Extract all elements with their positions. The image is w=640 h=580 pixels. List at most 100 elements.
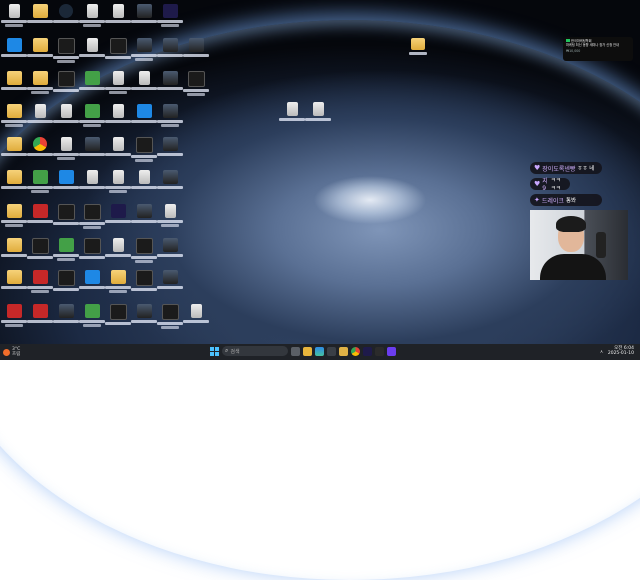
chrome-icon[interactable] xyxy=(351,346,360,356)
desktop-shortcut-icon[interactable] xyxy=(78,202,106,234)
desktop-shortcut-icon[interactable] xyxy=(26,268,54,300)
desktop-shortcut-icon[interactable] xyxy=(52,268,80,300)
tray-overflow-icon[interactable]: ㅅ xyxy=(599,348,604,355)
desktop-shortcut-icon[interactable] xyxy=(156,2,184,34)
folder-icon[interactable] xyxy=(339,346,348,356)
file-explorer-icon[interactable] xyxy=(303,346,312,356)
desktop-shortcut-icon[interactable] xyxy=(78,102,106,134)
desktop-shortcut-icon[interactable] xyxy=(26,36,54,68)
desktop-shortcut-icon[interactable] xyxy=(130,168,158,200)
desktop-shortcut-icon[interactable] xyxy=(130,268,158,300)
clock-date: 2025-01-10 xyxy=(607,351,634,356)
desktop-shortcut-icon[interactable] xyxy=(78,2,106,34)
desktop-file-icon[interactable] xyxy=(304,100,332,132)
desktop-shortcut-icon[interactable] xyxy=(52,36,80,68)
desktop-shortcut-icon[interactable] xyxy=(78,135,106,167)
desktop-shortcut-icon[interactable] xyxy=(130,36,158,68)
desktop-shortcut-icon[interactable] xyxy=(52,69,80,101)
desktop-shortcut-icon[interactable] xyxy=(26,2,54,34)
desktop-shortcut-icon[interactable] xyxy=(78,302,106,334)
desktop-shortcut-icon[interactable] xyxy=(156,302,184,334)
app-icon[interactable] xyxy=(375,346,384,356)
app-icon xyxy=(57,71,75,87)
app-icon xyxy=(138,170,150,184)
desktop-shortcut-icon[interactable] xyxy=(182,69,210,101)
desktop-shortcut-icon[interactable] xyxy=(26,102,54,134)
desktop-shortcut-icon[interactable] xyxy=(104,302,132,334)
desktop-shortcut-icon[interactable] xyxy=(26,236,54,268)
desktop-shortcut-icon[interactable] xyxy=(78,36,106,68)
desktop-shortcut-icon[interactable] xyxy=(0,135,28,167)
desktop-shortcut-icon[interactable] xyxy=(104,268,132,300)
task-view-icon[interactable] xyxy=(291,346,300,356)
desktop-shortcut-icon[interactable] xyxy=(156,268,184,300)
desktop-shortcut-icon[interactable] xyxy=(156,236,184,268)
desktop-shortcut-icon[interactable] xyxy=(0,36,28,68)
desktop-shortcut-icon[interactable] xyxy=(52,168,80,200)
desktop-shortcut-icon[interactable] xyxy=(26,168,54,200)
desktop-shortcut-icon[interactable] xyxy=(0,268,28,300)
desktop-shortcut-icon[interactable] xyxy=(182,302,210,334)
desktop-shortcut-icon[interactable] xyxy=(52,2,80,34)
desktop-shortcut-icon[interactable] xyxy=(26,135,54,167)
desktop-shortcut-icon[interactable] xyxy=(156,168,184,200)
desktop-shortcut-icon[interactable] xyxy=(78,268,106,300)
app-icon xyxy=(112,170,124,184)
app-icon xyxy=(162,270,178,284)
desktop-shortcut-icon[interactable] xyxy=(0,302,28,334)
desktop-shortcut-icon[interactable] xyxy=(104,135,132,167)
desktop-shortcut-icon[interactable] xyxy=(156,135,184,167)
desktop-shortcut-icon[interactable] xyxy=(52,302,80,334)
desktop-shortcut-icon[interactable] xyxy=(0,236,28,268)
desktop-folder-icon[interactable] xyxy=(404,36,432,68)
desktop-shortcut-icon[interactable] xyxy=(0,2,28,34)
desktop-shortcut-icon[interactable] xyxy=(26,302,54,334)
desktop-shortcut-icon[interactable] xyxy=(0,69,28,101)
desktop-shortcut-icon[interactable] xyxy=(0,202,28,234)
desktop-shortcut-icon[interactable] xyxy=(104,236,132,268)
desktop-shortcut-icon[interactable] xyxy=(130,236,158,268)
weather-widget[interactable]: 3°C 흐림 xyxy=(3,347,20,357)
desktop-shortcut-icon[interactable] xyxy=(52,102,80,134)
desktop-shortcut-icon[interactable] xyxy=(26,202,54,234)
premiere-icon[interactable] xyxy=(363,346,372,356)
desktop-shortcut-icon[interactable] xyxy=(104,102,132,134)
store-icon[interactable] xyxy=(327,346,336,356)
edge-icon[interactable] xyxy=(315,346,324,356)
clock[interactable]: 오전 6:04 2025-01-10 xyxy=(608,346,634,356)
desktop-shortcut-icon[interactable] xyxy=(156,202,184,234)
desktop-shortcut-icon[interactable] xyxy=(104,202,132,234)
desktop-shortcut-icon[interactable] xyxy=(78,236,106,268)
search-box[interactable]: ⌕ 검색 xyxy=(222,346,288,356)
desktop-shortcut-icon[interactable] xyxy=(0,168,28,200)
desktop-shortcut-icon[interactable] xyxy=(78,69,106,101)
obs-icon[interactable] xyxy=(387,346,396,356)
desktop-shortcut-icon[interactable] xyxy=(104,69,132,101)
desktop-shortcut-icon[interactable] xyxy=(156,69,184,101)
desktop-shortcut-icon[interactable] xyxy=(130,302,158,334)
desktop-shortcut-icon[interactable] xyxy=(130,202,158,234)
desktop-shortcut-icon[interactable] xyxy=(130,135,158,167)
app-icon xyxy=(161,304,179,320)
desktop-shortcut-icon[interactable] xyxy=(130,102,158,134)
desktop-shortcut-icon[interactable] xyxy=(104,2,132,34)
desktop-shortcut-icon[interactable] xyxy=(156,36,184,68)
app-icon xyxy=(84,270,100,284)
desktop-shortcut-icon[interactable] xyxy=(104,36,132,68)
app-icon xyxy=(188,38,204,52)
desktop-shortcut-icon[interactable] xyxy=(26,69,54,101)
desktop-shortcut-icon[interactable] xyxy=(52,236,80,268)
desktop-file-icon[interactable] xyxy=(278,100,306,132)
desktop-shortcut-icon[interactable] xyxy=(52,135,80,167)
desktop-shortcut-icon[interactable] xyxy=(52,202,80,234)
desktop-shortcut-icon[interactable] xyxy=(78,168,106,200)
desktop-shortcut-icon[interactable] xyxy=(182,36,210,68)
desktop-shortcut-icon[interactable] xyxy=(130,69,158,101)
desktop-shortcut-icon[interactable] xyxy=(156,102,184,134)
start-button[interactable] xyxy=(210,346,219,356)
desktop-shortcut-icon[interactable] xyxy=(0,102,28,134)
desktop-shortcut-icon[interactable] xyxy=(130,2,158,34)
app-icon xyxy=(136,204,152,218)
desktop-shortcut-icon[interactable] xyxy=(104,168,132,200)
notification-card[interactable]: 한국마케팅학회 마케팅 최신 동향 세미나 참가 신청 안내 ₩10,000 xyxy=(563,37,633,61)
